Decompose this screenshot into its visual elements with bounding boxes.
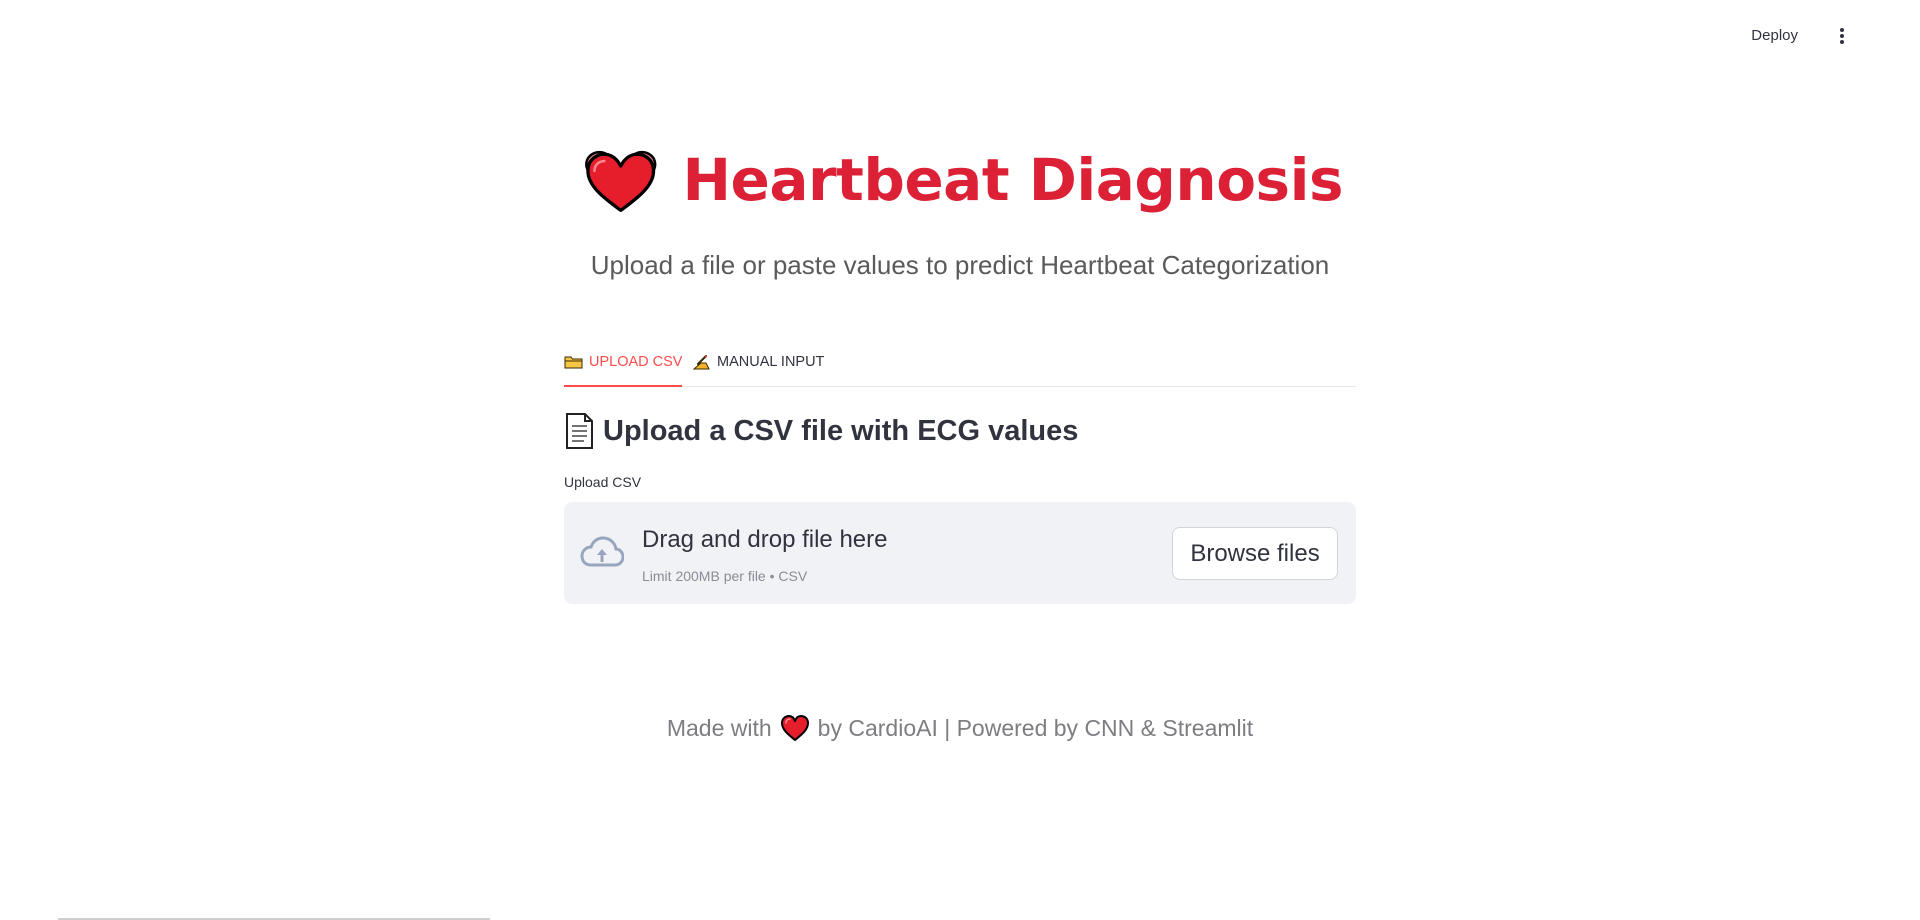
- tab-manual-input[interactable]: MANUAL INPUT: [692, 354, 824, 385]
- hero: Heartbeat Diagnosis: [583, 135, 1343, 225]
- document-icon: [566, 413, 593, 449]
- folder-icon: [564, 356, 583, 369]
- footer: Made with by CardioAI | Powered by CNN &…: [564, 714, 1356, 742]
- writing-hand-icon: [692, 355, 710, 370]
- heart-icon: [585, 150, 657, 212]
- page-title: Heartbeat Diagnosis: [682, 146, 1343, 214]
- section-title: Upload a CSV file with ECG values: [603, 414, 1079, 447]
- tab-upload-csv[interactable]: UPLOAD CSV: [564, 354, 683, 387]
- file-dropzone[interactable]: Drag and drop file here Limit 200MB per …: [564, 502, 1356, 604]
- upload-field-label: Upload CSV: [564, 474, 642, 490]
- section-header: Upload a CSV file with ECG values: [564, 412, 1078, 450]
- deploy-button[interactable]: Deploy: [1751, 27, 1798, 44]
- top-bar: Deploy: [0, 0, 1920, 76]
- cloud-upload-icon: [580, 536, 624, 567]
- kebab-menu-icon[interactable]: [1834, 28, 1850, 46]
- browse-files-button[interactable]: Browse files: [1172, 527, 1338, 580]
- tab-label: MANUAL INPUT: [717, 354, 825, 370]
- tab-bar: UPLOAD CSV MANUAL INPUT: [564, 350, 1356, 387]
- footer-prefix: Made with: [666, 714, 772, 741]
- dropzone-title: Drag and drop file here: [642, 526, 888, 553]
- dropzone-limit-text: Limit 200MB per file • CSV: [642, 568, 808, 584]
- heart-icon: [780, 715, 809, 741]
- page-subtitle: Upload a file or paste values to predict…: [590, 250, 1330, 280]
- footer-suffix: by CardioAI | Powered by CNN & Streamlit: [817, 714, 1254, 741]
- tab-label: UPLOAD CSV: [589, 354, 683, 370]
